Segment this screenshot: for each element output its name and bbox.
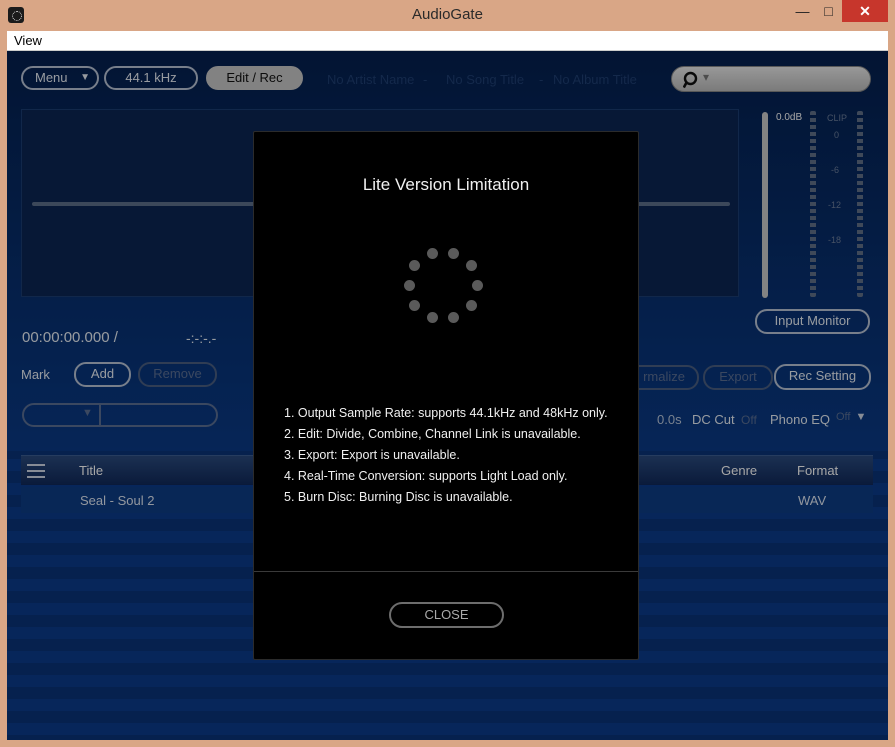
spinner-dot [404, 280, 415, 291]
spinner-dot [409, 300, 420, 311]
list-item: 5. Burn Disc: Burning Disc is unavailabl… [284, 490, 513, 504]
dialog-title: Lite Version Limitation [362, 175, 530, 194]
maximize-button[interactable]: □ [815, 0, 842, 22]
spinner-dot [427, 248, 438, 259]
dialog-divider [254, 571, 638, 572]
menu-bar: View [7, 31, 888, 51]
minimize-button[interactable]: — [790, 0, 815, 22]
list-item: 1. Output Sample Rate: supports 44.1kHz … [284, 406, 608, 420]
spinner-dot [448, 312, 459, 323]
lite-version-dialog: Lite Version Limitation 1. Output Sample… [253, 131, 639, 660]
menu-view[interactable]: View [14, 33, 42, 48]
spinner-dot [409, 260, 420, 271]
spinner-dot [472, 280, 483, 291]
window-titlebar: AudioGate — □ ✕ [0, 0, 895, 31]
loading-spinner-icon [404, 244, 490, 330]
spinner-dot [427, 312, 438, 323]
close-button[interactable]: CLOSE [389, 602, 504, 628]
close-window-button[interactable]: ✕ [842, 0, 888, 22]
list-item: 3. Export: Export is unavailable. [284, 448, 460, 462]
spinner-dot [466, 260, 477, 271]
spinner-dot [466, 300, 477, 311]
spinner-dot [448, 248, 459, 259]
list-item: 4. Real-Time Conversion: supports Light … [284, 469, 568, 483]
window-title: AudioGate [412, 6, 483, 23]
list-item: 2. Edit: Divide, Combine, Channel Link i… [284, 427, 581, 441]
limitations-list: 1. Output Sample Rate: supports 44.1kHz … [284, 403, 608, 508]
